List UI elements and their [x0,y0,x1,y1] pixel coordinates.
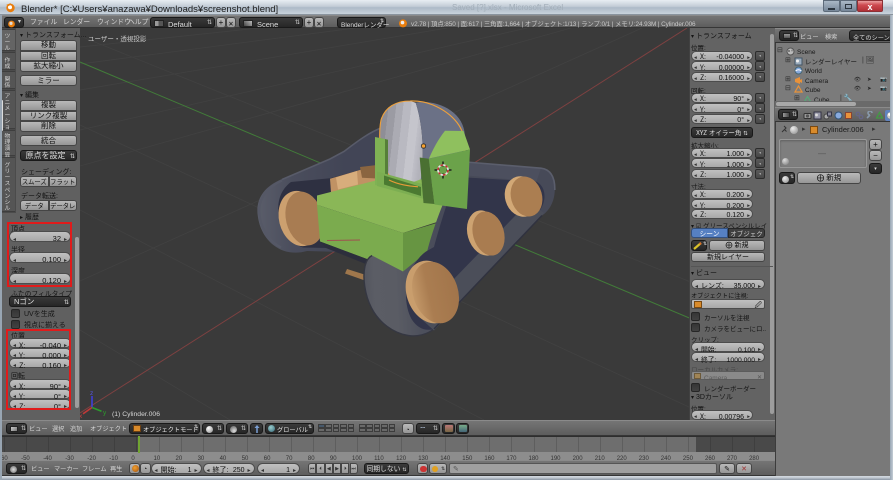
svg-text:z: z [90,390,93,397]
svg-text:y: y [103,410,107,417]
